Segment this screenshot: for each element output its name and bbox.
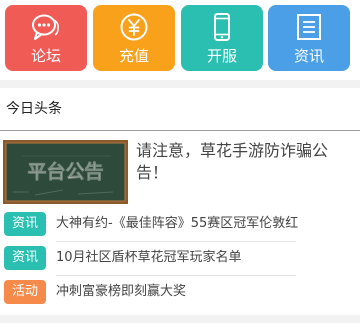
section-separator — [0, 80, 360, 88]
section-title: 今日头条 — [6, 101, 62, 117]
nav-button-server[interactable]: 开服 — [181, 5, 263, 71]
news-item[interactable]: 资讯 10月社区盾杯草花冠军玩家名单 — [0, 242, 360, 276]
news-title[interactable]: 大神有约-《最佳阵容》55赛区冠军伦敦红 — [56, 215, 298, 233]
news-title[interactable]: 10月社区盾杯草花冠军玩家名单 — [56, 249, 242, 267]
nav-label-recharge: 充值 — [118, 47, 149, 65]
feature-banner-image[interactable]: 平台公告 — [3, 140, 128, 204]
quick-nav: 论坛 充值 开服 资讯 — [0, 0, 360, 80]
section-divider — [0, 130, 360, 131]
feature-headline[interactable]: 请注意，草花手游防诈骗公告！ — [136, 140, 356, 184]
nav-label-forum: 论坛 — [30, 47, 61, 65]
news-item[interactable]: 资讯 大神有约-《最佳阵容》55赛区冠军伦敦红 — [0, 208, 360, 242]
news-tag: 资讯 — [4, 212, 46, 236]
feature-banner-text: 平台公告 — [27, 160, 103, 183]
document-list-icon — [297, 14, 321, 40]
news-tag: 资讯 — [4, 246, 46, 270]
yuan-coin-icon — [120, 13, 148, 41]
nav-label-news: 资讯 — [293, 47, 324, 65]
chat-bubbles-icon — [32, 14, 59, 40]
news-title[interactable]: 冲刺富豪榜即刻赢大奖 — [56, 283, 186, 301]
news-item[interactable]: 活动 冲刺富豪榜即刻赢大奖 — [0, 276, 360, 310]
nav-label-server: 开服 — [206, 47, 237, 65]
nav-button-forum[interactable]: 论坛 — [5, 5, 87, 71]
nav-button-news[interactable]: 资讯 — [268, 5, 350, 71]
mobile-phone-icon — [214, 13, 230, 41]
bottom-separator — [0, 315, 360, 323]
nav-button-recharge[interactable]: 充值 — [93, 5, 175, 71]
news-tag: 活动 — [4, 280, 46, 304]
